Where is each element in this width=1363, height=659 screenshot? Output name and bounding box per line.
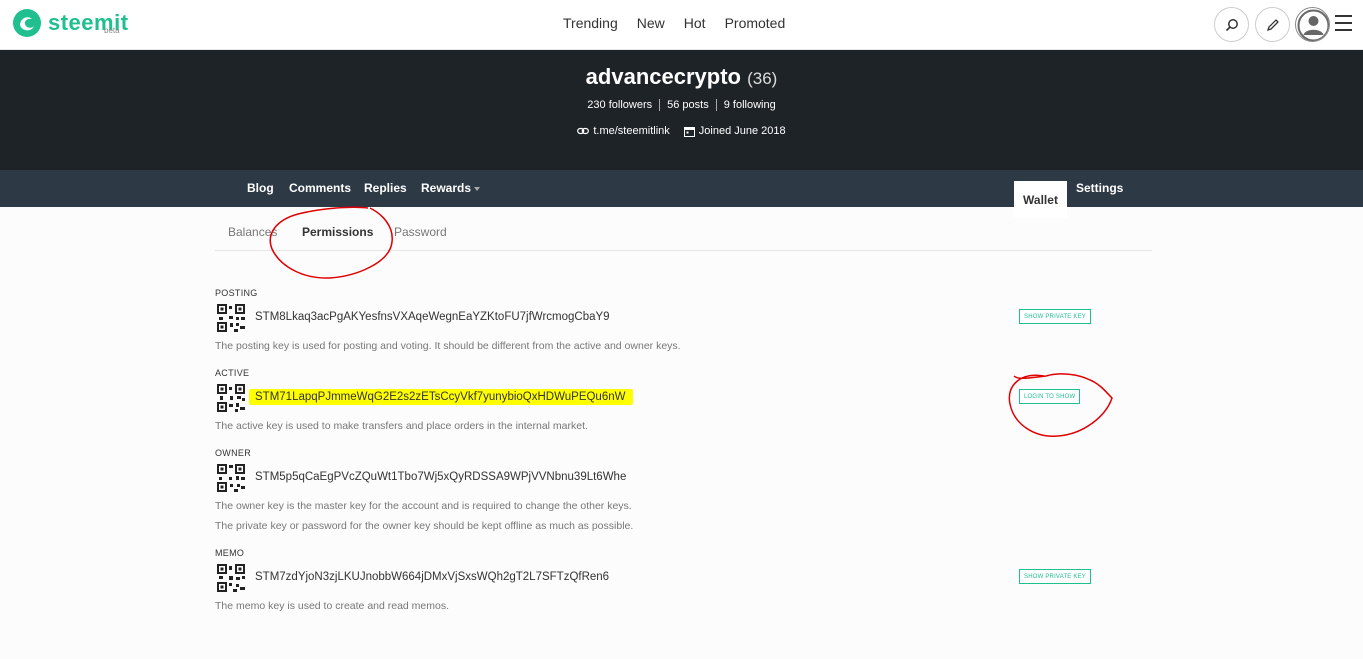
search-icon <box>1225 18 1238 31</box>
link-icon <box>577 127 590 135</box>
wallet-tab-password[interactable]: Password <box>394 225 447 239</box>
tab-settings[interactable]: Settings <box>1076 181 1123 195</box>
user-icon <box>1297 9 1329 41</box>
profile-joined-text: Joined June 2018 <box>698 125 786 137</box>
active-public-key: STM71LapqPJmmeWqG2E2s2zETsCcyVkf7yunybio… <box>249 389 634 405</box>
wallet-tab-permissions[interactable]: Permissions <box>302 225 373 239</box>
profile-title: advancecrypto (36) <box>0 64 1363 90</box>
owner-public-key: STM5p5qCaEgPVcZQuWt1Tbo7Wj5xQyRDSSA9WPjV… <box>255 471 627 483</box>
login-annotation-circle <box>1008 373 1113 437</box>
tab-comments[interactable]: Comments <box>289 181 351 195</box>
profile-reputation: (36) <box>747 69 778 88</box>
memo-description: The memo key is used to create and read … <box>215 600 450 612</box>
followers-count[interactable]: 230 followers <box>580 99 661 111</box>
login-to-show-button[interactable]: LOGIN TO SHOW <box>1019 389 1081 404</box>
profile-username: advancecrypto <box>585 64 741 89</box>
qr-code-icon[interactable] <box>217 464 245 492</box>
owner-label: OWNER <box>215 448 251 458</box>
steemit-logo-icon <box>13 9 41 37</box>
top-header: steemit beta Trending New Hot Promoted <box>0 0 1363 50</box>
show-posting-private-key-button[interactable]: SHOW PRIVATE KEY <box>1019 309 1091 324</box>
profile-joined: Joined June 2018 <box>683 125 786 137</box>
search-button[interactable] <box>1214 7 1249 42</box>
posting-label: POSTING <box>215 288 258 298</box>
following-count[interactable]: 9 following <box>717 99 783 111</box>
posting-description: The posting key is used for posting and … <box>215 340 681 352</box>
submit-post-button[interactable] <box>1255 7 1290 42</box>
profile-banner: advancecrypto (36) 230 followers 56 post… <box>0 50 1363 170</box>
show-memo-private-key-button[interactable]: SHOW PRIVATE KEY <box>1019 569 1091 584</box>
pencil-icon <box>1266 18 1279 31</box>
main-nav: Trending New Hot Promoted <box>563 15 804 31</box>
nav-promoted[interactable]: Promoted <box>725 15 786 31</box>
memo-label: MEMO <box>215 548 245 558</box>
profile-subnav: Blog Comments Replies Rewards Wallet Set… <box>0 170 1363 218</box>
profile-link[interactable]: t.me/steemitlink <box>577 125 670 137</box>
chevron-down-icon <box>474 186 481 191</box>
tab-rewards-label: Rewards <box>421 181 472 195</box>
profile-stats: 230 followers 56 posts 9 following <box>0 99 1363 111</box>
nav-new[interactable]: New <box>637 15 665 31</box>
active-description: The active key is used to make transfers… <box>215 420 588 432</box>
nav-trending[interactable]: Trending <box>563 15 618 31</box>
qr-code-icon[interactable] <box>217 304 245 332</box>
owner-description: The owner key is the master key for the … <box>215 500 632 512</box>
brand-beta-tag: beta <box>104 26 120 35</box>
active-label: ACTIVE <box>215 368 250 378</box>
wallet-tabs: Balances Permissions Password <box>215 224 1152 251</box>
tab-blog[interactable]: Blog <box>247 181 274 195</box>
posts-count: 56 posts <box>660 99 717 111</box>
calendar-icon <box>683 126 695 137</box>
profile-meta: t.me/steemitlink Joined June 2018 <box>0 125 1363 137</box>
qr-code-icon[interactable] <box>217 384 245 412</box>
tab-replies[interactable]: Replies <box>364 181 407 195</box>
qr-code-icon[interactable] <box>217 564 245 592</box>
wallet-tab-balances[interactable]: Balances <box>228 225 277 239</box>
owner-description-secondary: The private key or password for the owne… <box>215 520 634 532</box>
tab-rewards[interactable]: Rewards <box>421 181 481 195</box>
profile-link-text: t.me/steemitlink <box>593 125 670 137</box>
posting-public-key: STM8Lkaq3acPgAKYesfnsVXAqeWegnEaYZKtoFU7… <box>255 311 610 323</box>
nav-hot[interactable]: Hot <box>684 15 706 31</box>
hamburger-icon[interactable] <box>1335 15 1352 31</box>
memo-public-key: STM7zdYjoN3zjLKUJnobbW664jDMxVjSxsWQh2gT… <box>255 571 610 583</box>
tab-wallet[interactable]: Wallet <box>1014 181 1067 218</box>
user-avatar-button[interactable] <box>1295 7 1330 42</box>
